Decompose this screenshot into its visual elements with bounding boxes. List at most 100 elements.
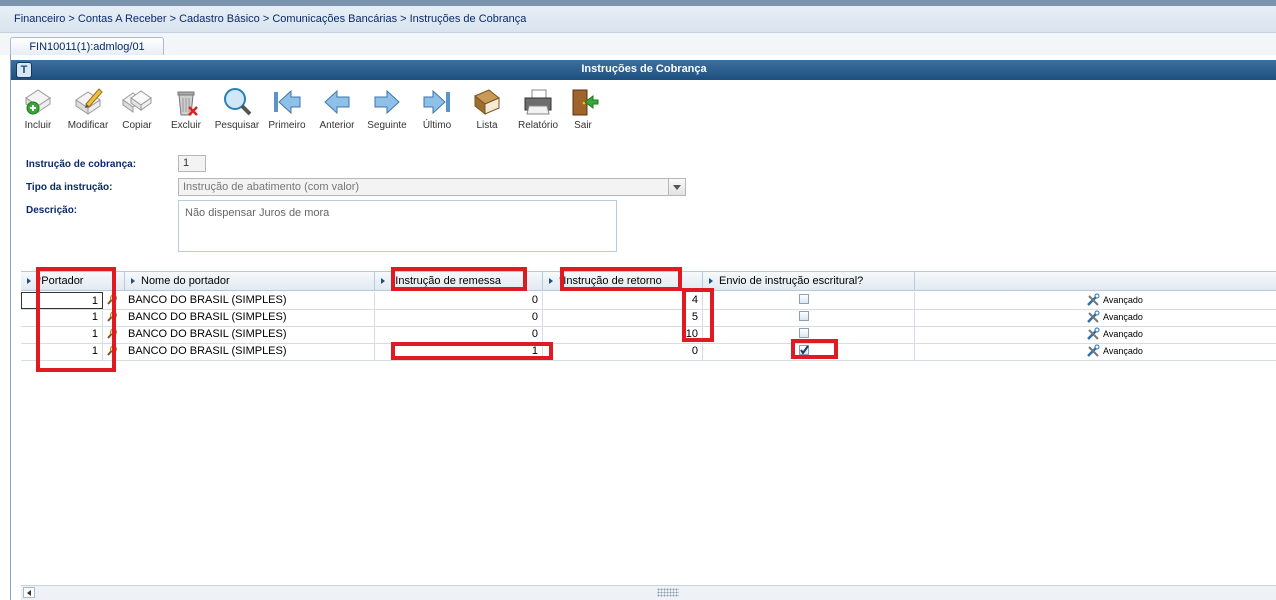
copy-document-icon: [122, 90, 152, 113]
pesquisar-button[interactable]: Pesquisar: [212, 86, 262, 138]
tools-icon: [1087, 344, 1100, 357]
tab-fin10011[interactable]: FIN10011(1):admlog/01: [10, 37, 164, 56]
search-icon: [224, 88, 252, 116]
seguinte-button[interactable]: Seguinte: [362, 86, 412, 138]
sort-arrow-icon: [381, 278, 385, 284]
portador-cell[interactable]: 1: [21, 326, 103, 343]
book-list-icon: [474, 89, 500, 116]
remessa-cell[interactable]: 1: [375, 343, 543, 360]
sair-button[interactable]: Sair: [558, 86, 608, 138]
envio-cell: [703, 292, 915, 309]
lookup-icon[interactable]: [107, 311, 118, 322]
previous-record-icon: [324, 89, 350, 115]
modificar-button[interactable]: Modificar: [63, 86, 113, 138]
chevron-down-icon[interactable]: [668, 179, 685, 195]
table-row[interactable]: 1 BANCO DO BRASIL (SIMPLES) 0 10 Avançad…: [21, 326, 1276, 344]
lista-button[interactable]: Lista: [462, 86, 512, 138]
col-portador[interactable]: *Portador: [21, 272, 125, 290]
tab-row: FIN10011(1):admlog/01: [0, 33, 1276, 56]
anterior-label: Anterior: [319, 120, 355, 131]
table-row[interactable]: 1 BANCO DO BRASIL (SIMPLES) 0 4 Avançado: [21, 292, 1276, 310]
retorno-cell[interactable]: 0: [543, 343, 703, 360]
retorno-cell[interactable]: 5: [543, 309, 703, 326]
table-row[interactable]: 1 BANCO DO BRASIL (SIMPLES) 0 5 Avançado: [21, 309, 1276, 327]
ultimo-label: Último: [422, 120, 452, 131]
portador-cell[interactable]: 1: [21, 343, 103, 360]
ultimo-button[interactable]: Último: [412, 86, 462, 138]
tipo-select-value: Instrução de abatimento (com valor): [183, 181, 360, 193]
anterior-button[interactable]: Anterior: [312, 86, 362, 138]
tools-icon: [1087, 293, 1100, 306]
lookup-icon[interactable]: [107, 294, 118, 305]
col-instrucao-remessa[interactable]: *Instrução de remessa: [375, 272, 543, 290]
lookup-icon[interactable]: [107, 345, 118, 356]
sair-label: Sair: [574, 120, 592, 131]
incluir-button[interactable]: Incluir: [13, 86, 63, 138]
scroll-left-icon[interactable]: [23, 587, 35, 598]
lookup-icon[interactable]: [107, 328, 118, 339]
sort-arrow-icon: [131, 278, 135, 284]
retorno-cell[interactable]: 4: [543, 292, 703, 309]
exit-door-icon: [572, 89, 599, 116]
pesquisar-label: Pesquisar: [214, 120, 260, 131]
advanced-link[interactable]: Avançado: [1086, 292, 1166, 309]
window-title: Instruções de Cobrança: [581, 63, 707, 75]
remessa-cell[interactable]: 0: [375, 292, 543, 309]
remessa-cell[interactable]: 0: [375, 326, 543, 343]
envio-cell: [703, 343, 915, 360]
copiar-button[interactable]: Copiar: [112, 86, 162, 138]
nome-portador-cell: BANCO DO BRASIL (SIMPLES): [125, 309, 375, 326]
program-window: T Instruções de Cobrança Incluir Modific…: [10, 55, 1276, 600]
tipo-label: Tipo da instrução:: [26, 182, 113, 193]
tipo-select[interactable]: Instrução de abatimento (com valor): [178, 178, 686, 196]
scroll-grip-icon[interactable]: [657, 588, 679, 597]
envio-checkbox[interactable]: [799, 311, 809, 321]
modificar-label: Modificar: [67, 120, 109, 131]
checkmark-icon: [800, 345, 809, 355]
advanced-link[interactable]: Avançado: [1086, 343, 1166, 360]
excluir-button[interactable]: Excluir: [161, 86, 211, 138]
sort-arrow-icon: [549, 278, 553, 284]
excluir-label: Excluir: [170, 120, 201, 131]
remessa-cell[interactable]: 0: [375, 309, 543, 326]
envio-checkbox[interactable]: [799, 328, 809, 338]
envio-checkbox[interactable]: [799, 294, 809, 304]
printer-icon: [524, 89, 552, 115]
edit-document-icon: [75, 88, 103, 115]
advanced-link[interactable]: Avançado: [1086, 309, 1166, 326]
primeiro-label: Primeiro: [268, 120, 306, 131]
breadcrumb[interactable]: Financeiro > Contas A Receber > Cadastro…: [14, 13, 526, 25]
retorno-cell[interactable]: 10: [543, 326, 703, 343]
seguinte-label: Seguinte: [367, 120, 407, 131]
relatorio-label: Relatório: [517, 120, 559, 131]
advanced-cell: Avançado: [1086, 343, 1206, 360]
descricao-field[interactable]: Não dispensar Juros de mora: [178, 200, 617, 252]
col-instrucao-retorno[interactable]: *Instrução de retorno: [543, 272, 703, 290]
copiar-label: Copiar: [122, 120, 152, 131]
tools-icon: [1087, 327, 1100, 340]
portador-cell[interactable]: 1: [21, 292, 103, 309]
sort-arrow-icon: [709, 278, 713, 284]
nome-portador-cell: BANCO DO BRASIL (SIMPLES): [125, 292, 375, 309]
envio-checkbox[interactable]: [799, 345, 809, 355]
envio-cell: [703, 326, 915, 343]
advanced-link[interactable]: Avançado: [1086, 326, 1166, 343]
breadcrumb-bar: Financeiro > Contas A Receber > Cadastro…: [0, 6, 1276, 33]
portador-cell[interactable]: 1: [21, 309, 103, 326]
relatorio-button[interactable]: Relatório: [513, 86, 563, 138]
advanced-cell: Avançado: [1086, 326, 1206, 343]
instrucao-field[interactable]: 1: [178, 155, 206, 172]
toolbar: Incluir Modificar Copiar Excluir Pesquis…: [11, 80, 1276, 140]
col-envio-escritural[interactable]: Envio de instrução escritural?: [703, 272, 915, 290]
descricao-label: Descrição:: [26, 205, 78, 216]
advanced-cell: Avançado: [1086, 309, 1206, 326]
last-record-icon: [423, 89, 450, 115]
add-document-icon: [25, 89, 51, 115]
next-record-icon: [374, 89, 400, 115]
col-nome-portador[interactable]: Nome do portador: [125, 272, 375, 290]
primeiro-button[interactable]: Primeiro: [262, 86, 312, 138]
trash-icon: [177, 91, 198, 116]
horizontal-scrollbar[interactable]: [21, 585, 1276, 600]
table-row[interactable]: 1 BANCO DO BRASIL (SIMPLES) 1 0 Avançado: [21, 343, 1276, 361]
grid-header: *Portador Nome do portador *Instrução de…: [21, 272, 1276, 291]
